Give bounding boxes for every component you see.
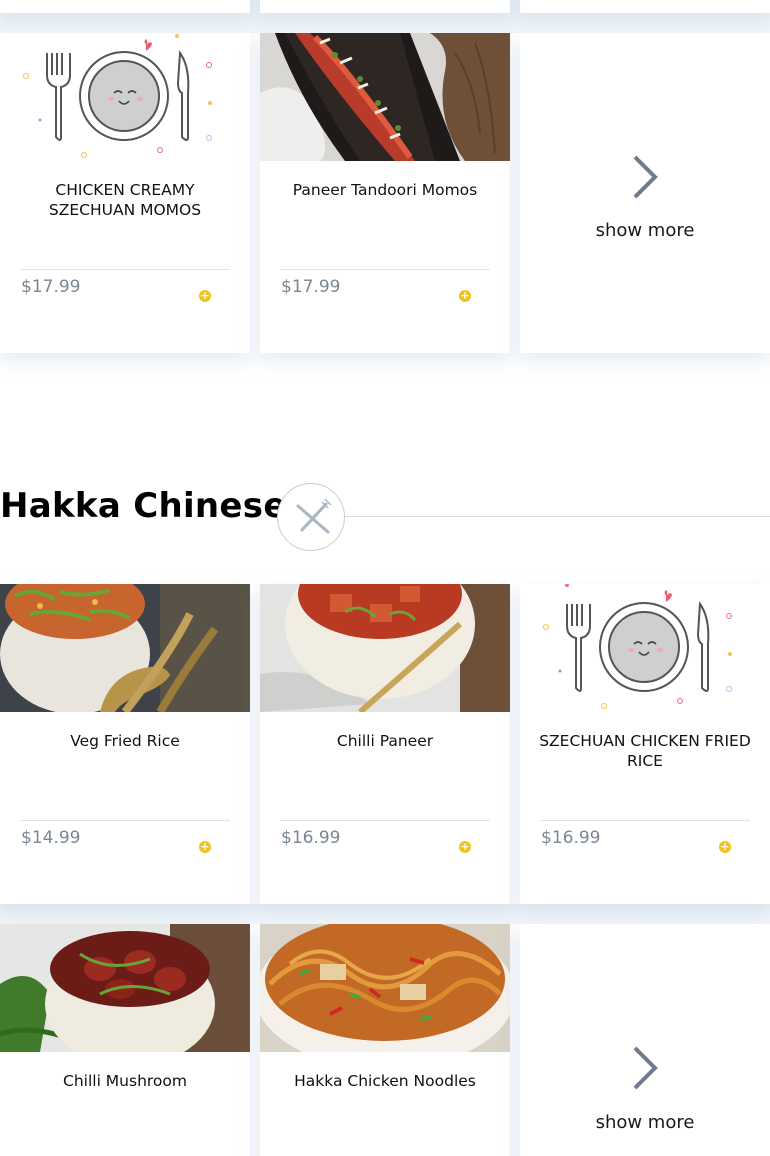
menu-item-title: CHICKEN CREAMY SZECHUAN MOMOS — [48, 181, 202, 219]
menu-card-partial[interactable] — [0, 0, 250, 13]
menu-card[interactable]: Veg Fried Rice $14.99 + — [0, 584, 250, 904]
menu-item-title: Chilli Paneer — [336, 732, 434, 750]
show-more-label: show more — [595, 1112, 695, 1133]
food-image — [260, 924, 510, 1052]
food-image — [260, 33, 510, 161]
section-title: Hakka Chinese — [0, 486, 287, 526]
divider — [20, 820, 230, 821]
menu-item-price: $16.99 — [541, 828, 601, 848]
menu-item-title: Chilli Mushroom — [63, 1072, 187, 1090]
food-image — [0, 584, 250, 712]
plus-circle-icon[interactable]: + — [459, 841, 471, 853]
menu-item-price: $17.99 — [21, 277, 81, 297]
placeholder-plate-image — [0, 33, 250, 161]
fork-knife-icon — [277, 483, 345, 551]
plus-circle-icon[interactable]: + — [199, 290, 211, 302]
divider — [20, 269, 230, 270]
placeholder-plate-image — [520, 584, 770, 712]
menu-card[interactable]: CHICKEN CREAMY SZECHUAN MOMOS $17.99 + — [0, 33, 250, 353]
show-more-button[interactable]: show more — [520, 924, 770, 1156]
menu-card[interactable]: Paneer Tandoori Momos $17.99 + — [260, 33, 510, 353]
show-more-label: show more — [595, 220, 695, 241]
plus-circle-icon[interactable]: + — [719, 841, 731, 853]
divider — [280, 820, 490, 821]
menu-item-title: SZECHUAN CHICKEN FRIED RICE — [539, 732, 751, 770]
menu-item-title: Paneer Tandoori Momos — [292, 181, 478, 199]
menu-card[interactable]: Chilli Mushroom — [0, 924, 250, 1156]
divider — [540, 820, 750, 821]
chevron-right-icon — [633, 155, 658, 199]
menu-card-partial[interactable] — [520, 0, 770, 13]
menu-item-price: $16.99 — [281, 828, 341, 848]
row-gap-shade — [0, 904, 770, 924]
menu-item-price: $17.99 — [281, 277, 341, 297]
plus-circle-icon[interactable]: + — [459, 290, 471, 302]
section-divider — [345, 516, 770, 517]
food-image — [0, 924, 250, 1052]
food-image — [260, 584, 510, 712]
menu-card-partial[interactable] — [260, 0, 510, 13]
menu-item-title: Veg Fried Rice — [70, 732, 180, 750]
show-more-button[interactable]: show more — [520, 33, 770, 353]
menu-item-price: $14.99 — [21, 828, 81, 848]
menu-item-title: Hakka Chicken Noodles — [294, 1072, 476, 1090]
menu-page: CHICKEN CREAMY SZECHUAN MOMOS $17.99 + P… — [0, 0, 770, 1156]
menu-card[interactable]: SZECHUAN CHICKEN FRIED RICE $16.99 + — [520, 584, 770, 904]
plus-circle-icon[interactable]: + — [199, 841, 211, 853]
chevron-right-icon — [633, 1046, 658, 1090]
divider — [280, 269, 490, 270]
menu-card[interactable]: Chilli Paneer $16.99 + — [260, 584, 510, 904]
menu-card[interactable]: Hakka Chicken Noodles — [260, 924, 510, 1156]
